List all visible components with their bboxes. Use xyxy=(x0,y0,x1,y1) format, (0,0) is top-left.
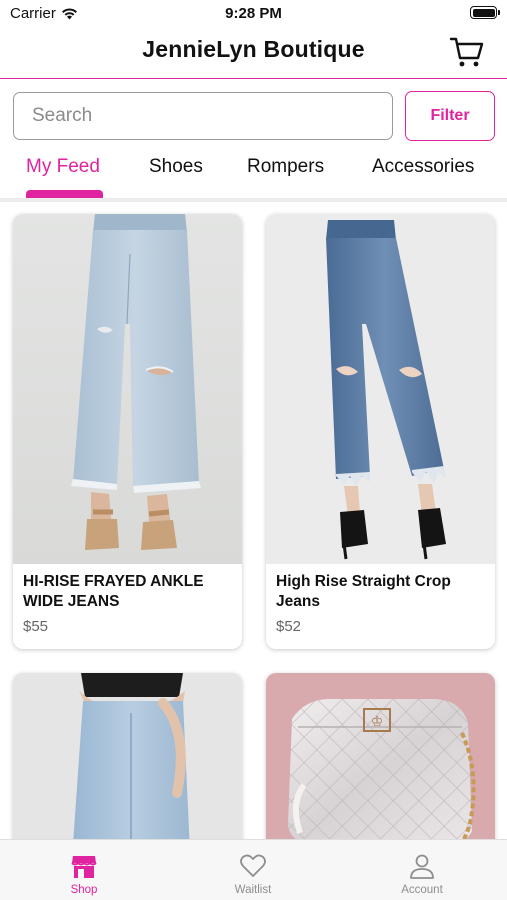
cart-icon[interactable] xyxy=(449,34,485,70)
heart-icon xyxy=(240,854,266,877)
product-image xyxy=(13,673,242,839)
product-image: ♔ xyxy=(266,673,495,839)
tabbar-label: Shop xyxy=(70,884,98,896)
tabbar-item-waitlist[interactable]: Waitlist xyxy=(208,852,298,896)
tab-accessories[interactable]: Accessories xyxy=(372,156,474,178)
product-card[interactable] xyxy=(13,673,242,839)
status-bar: Carrier 9:28 PM xyxy=(0,0,507,28)
product-card[interactable]: High Rise Straight Crop Jeans $52 xyxy=(266,214,495,649)
battery-icon xyxy=(470,6,500,19)
search-row: Filter xyxy=(13,91,495,141)
product-feed[interactable]: HI-RISE FRAYED ANKLE WIDE JEANS $55 High… xyxy=(0,202,507,839)
page-title: JennieLyn Boutique xyxy=(142,36,365,62)
active-tab-indicator xyxy=(26,190,103,198)
svg-text:♔: ♔ xyxy=(371,714,384,730)
product-name: HI-RISE FRAYED ANKLE WIDE JEANS xyxy=(23,573,204,610)
tabbar-label: Waitlist xyxy=(234,884,272,896)
product-price: $52 xyxy=(276,618,302,635)
category-tabs: My Feed Shoes Rompers Accessories xyxy=(0,152,507,198)
product-name: High Rise Straight Crop Jeans xyxy=(276,573,451,610)
store-icon xyxy=(71,856,97,878)
product-info: High Rise Straight Crop Jeans $52 xyxy=(266,564,495,635)
product-image xyxy=(13,214,242,564)
person-icon xyxy=(410,854,434,879)
tab-rompers[interactable]: Rompers xyxy=(247,156,324,178)
product-price: $55 xyxy=(23,618,49,635)
tab-shoes[interactable]: Shoes xyxy=(149,156,203,178)
tab-my-feed[interactable]: My Feed xyxy=(26,156,100,178)
filter-button[interactable]: Filter xyxy=(405,91,495,141)
search-input[interactable] xyxy=(13,92,393,140)
tabbar-item-account[interactable]: Account xyxy=(377,852,467,896)
product-card[interactable]: ♔ xyxy=(266,673,495,839)
product-card[interactable]: HI-RISE FRAYED ANKLE WIDE JEANS $55 xyxy=(13,214,242,649)
app-header: JennieLyn Boutique xyxy=(0,28,507,79)
product-image xyxy=(266,214,495,564)
tabbar-label: Account xyxy=(401,884,443,896)
product-info: HI-RISE FRAYED ANKLE WIDE JEANS $55 xyxy=(13,564,242,635)
tabbar-item-shop[interactable]: Shop xyxy=(39,852,129,896)
bottom-tab-bar: Shop Waitlist Account xyxy=(0,839,507,900)
status-time: 9:28 PM xyxy=(225,5,282,22)
